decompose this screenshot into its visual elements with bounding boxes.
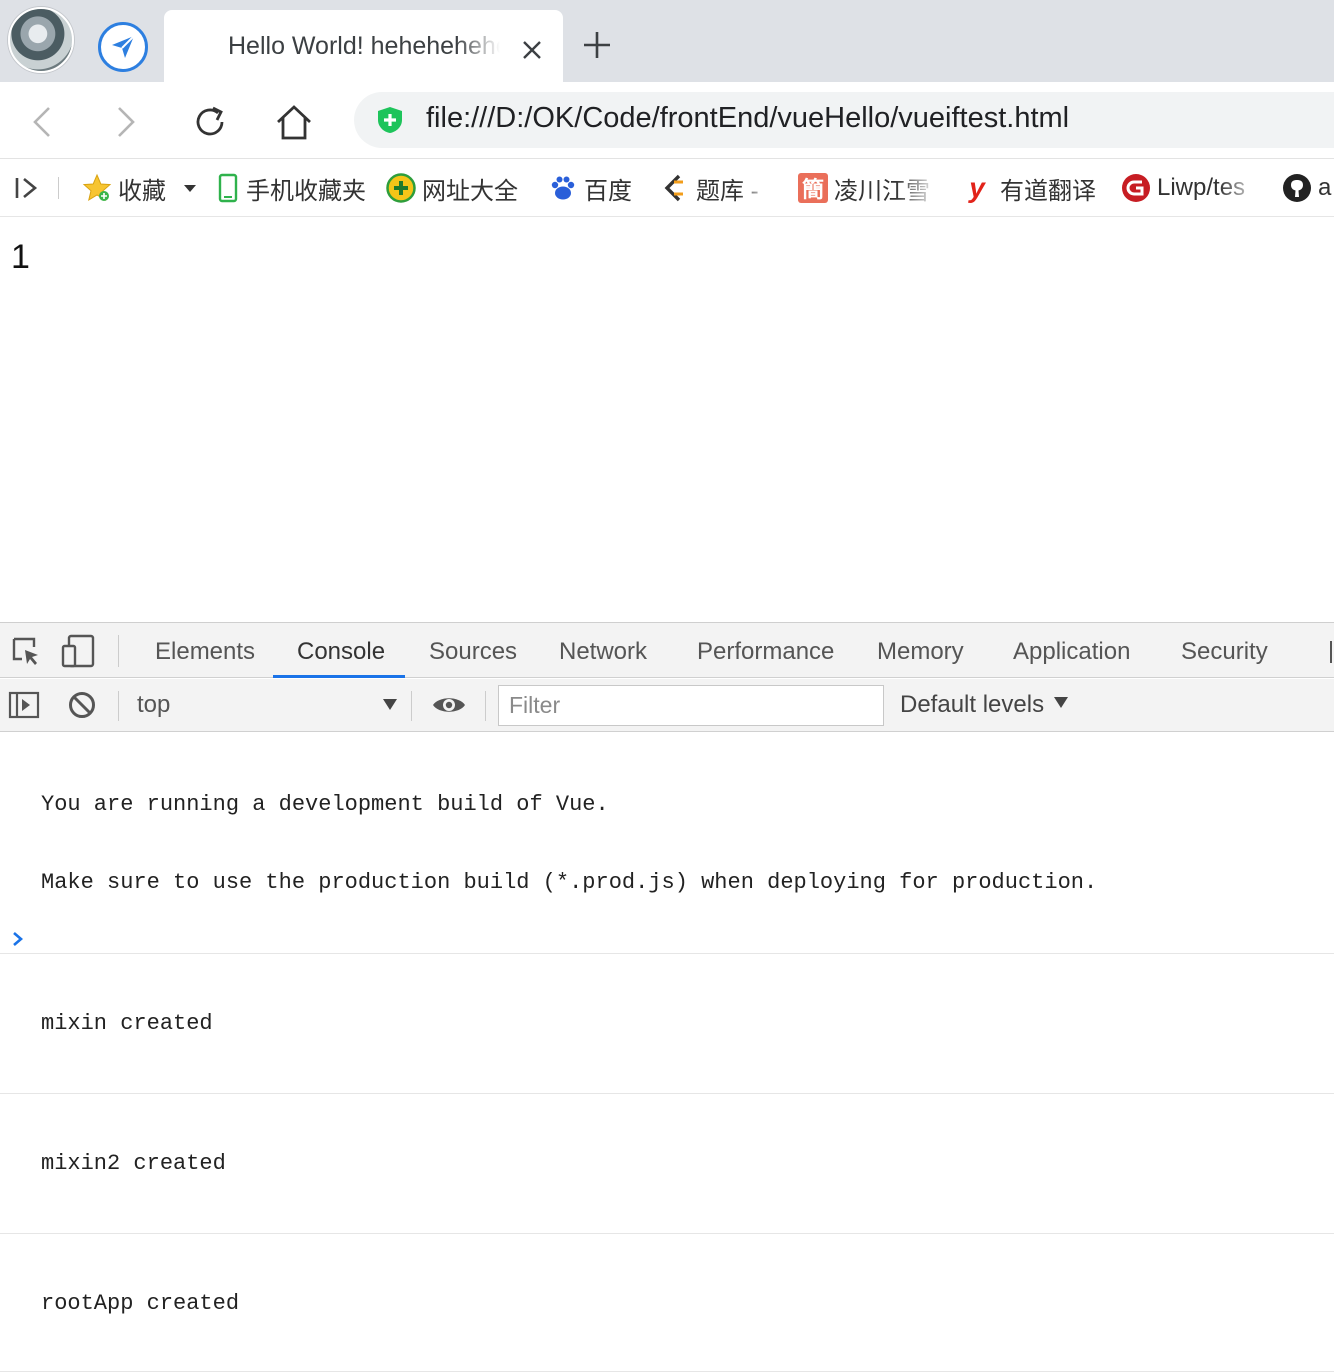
toolbar-divider bbox=[485, 691, 486, 721]
youdao-icon: y bbox=[969, 172, 985, 203]
console-toolbar: top Default levels bbox=[0, 679, 1334, 732]
dropdown-arrow-icon bbox=[383, 699, 397, 710]
close-icon[interactable] bbox=[520, 38, 544, 62]
profile-avatar[interactable] bbox=[8, 7, 74, 73]
phone-icon bbox=[216, 173, 240, 203]
toolbar-divider bbox=[411, 691, 412, 721]
page-viewport: 1 bbox=[0, 218, 1334, 622]
context-value: top bbox=[137, 691, 171, 718]
eye-icon[interactable] bbox=[429, 685, 469, 725]
console-prompt-icon[interactable] bbox=[10, 931, 26, 947]
tab-application[interactable]: Application bbox=[1013, 623, 1130, 678]
log-levels-label: Default levels bbox=[900, 691, 1045, 718]
github-icon bbox=[1282, 173, 1312, 203]
url-text[interactable]: file:///D:/OK/Code/frontEnd/vueHello/vue… bbox=[426, 102, 1069, 135]
shield-icon bbox=[378, 107, 402, 133]
sidebar-toggle-icon[interactable] bbox=[14, 172, 40, 204]
active-tab-indicator bbox=[273, 675, 405, 678]
bookmark-mobile[interactable]: 手机收藏夹 bbox=[216, 172, 366, 205]
clear-console-icon[interactable] bbox=[62, 685, 102, 725]
bookmark-directory[interactable]: 网址大全 bbox=[386, 172, 518, 205]
filter-input[interactable] bbox=[498, 685, 884, 726]
tab-title: Hello World! hehehehehe bbox=[228, 32, 500, 60]
page-content-text: 1 bbox=[11, 238, 30, 276]
bookmark-label: 有道翻译 bbox=[1000, 177, 1096, 205]
devtools-panel: Elements Console Sources Network Perform… bbox=[0, 622, 1334, 1372]
chevron-down-icon[interactable] bbox=[184, 184, 196, 192]
bookmark-favorites[interactable]: 收藏 bbox=[82, 172, 196, 205]
devtools-tab-bar: Elements Console Sources Network Perform… bbox=[0, 623, 1334, 678]
bookmark-github[interactable]: a bbox=[1282, 172, 1331, 204]
console-messages: You are running a development build of V… bbox=[0, 733, 1334, 1372]
tab-network[interactable]: Network bbox=[559, 623, 647, 678]
gitee-icon bbox=[1121, 173, 1151, 203]
jian-icon: 簡 bbox=[798, 173, 828, 203]
inspect-element-icon[interactable] bbox=[6, 631, 46, 671]
show-sidebar-icon[interactable] bbox=[4, 685, 44, 725]
more-tabs-indicator[interactable] bbox=[1330, 641, 1332, 663]
address-bar[interactable]: file:///D:/OK/Code/frontEnd/vueHello/vue… bbox=[354, 92, 1334, 148]
bookmarks-bar: 收藏 手机收藏夹 网址大全 百度 题库 - 簡 凌川江雪 y 有道翻译 Liwp… bbox=[0, 159, 1334, 217]
bookmark-label: 题库 - bbox=[696, 177, 759, 205]
tab-security[interactable]: Security bbox=[1181, 623, 1268, 678]
bookmark-youdao[interactable]: y 有道翻译 bbox=[960, 172, 1096, 205]
tab-elements[interactable]: Elements bbox=[155, 623, 255, 678]
console-message-line: mixin2 created bbox=[41, 1151, 226, 1176]
reload-icon[interactable] bbox=[190, 102, 230, 142]
bookmark-baidu[interactable]: 百度 bbox=[548, 172, 632, 205]
back-icon[interactable] bbox=[22, 102, 62, 142]
bookmark-label: Liwp/tes bbox=[1157, 174, 1246, 201]
tab-console[interactable]: Console bbox=[297, 623, 385, 678]
tab-strip: Hello World! hehehehehe bbox=[0, 0, 1334, 82]
baidu-paw-icon bbox=[548, 173, 578, 203]
star-icon bbox=[82, 173, 112, 203]
toolbar-divider bbox=[118, 635, 119, 667]
bookmark-label: 网址大全 bbox=[422, 177, 518, 205]
console-message-line: Make sure to use the production build (*… bbox=[41, 870, 1098, 895]
tab-sources[interactable]: Sources bbox=[429, 623, 517, 678]
bookmark-label: 收藏 bbox=[118, 177, 166, 205]
log-levels-dropdown[interactable]: Default levels bbox=[900, 691, 1069, 719]
console-message-line: You are running a development build of V… bbox=[41, 792, 609, 817]
tab-memory[interactable]: Memory bbox=[877, 623, 964, 678]
navigation-arrow-icon[interactable] bbox=[98, 22, 148, 72]
bookmark-jianshu[interactable]: 簡 凌川江雪 bbox=[798, 172, 938, 205]
bookmark-label: 凌川江雪 bbox=[834, 177, 930, 205]
toolbar-divider bbox=[118, 691, 119, 721]
dropdown-arrow-icon bbox=[1054, 697, 1069, 708]
console-message-line: rootApp created bbox=[41, 1291, 240, 1316]
console-message: mixin2 created bbox=[0, 1094, 1334, 1234]
context-select[interactable]: top bbox=[137, 691, 397, 721]
console-message-line: mixin created bbox=[41, 1011, 213, 1036]
console-message: rootApp created bbox=[0, 1234, 1334, 1372]
forward-icon[interactable] bbox=[106, 102, 146, 142]
bookmark-label: 百度 bbox=[584, 177, 632, 205]
bookmark-label: a bbox=[1318, 174, 1332, 201]
home-icon[interactable] bbox=[274, 102, 314, 142]
browser-toolbar: file:///D:/OK/Code/frontEnd/vueHello/vue… bbox=[0, 82, 1334, 159]
bookmark-label: 手机收藏夹 bbox=[246, 177, 366, 205]
new-tab-icon[interactable] bbox=[582, 30, 612, 60]
tab-performance[interactable]: Performance bbox=[697, 623, 834, 678]
device-toolbar-icon[interactable] bbox=[58, 631, 98, 671]
bookmarks-divider bbox=[58, 177, 59, 199]
console-message: mixin created bbox=[0, 954, 1334, 1094]
bookmark-gitee[interactable]: Liwp/tes bbox=[1121, 172, 1261, 204]
bookmark-quiz[interactable]: 题库 - bbox=[660, 172, 772, 205]
active-tab[interactable]: Hello World! hehehehehe bbox=[164, 10, 563, 82]
plus-circle-icon bbox=[386, 173, 416, 203]
console-message: You are running a development build of V… bbox=[0, 733, 1334, 954]
quiz-icon bbox=[660, 173, 690, 203]
